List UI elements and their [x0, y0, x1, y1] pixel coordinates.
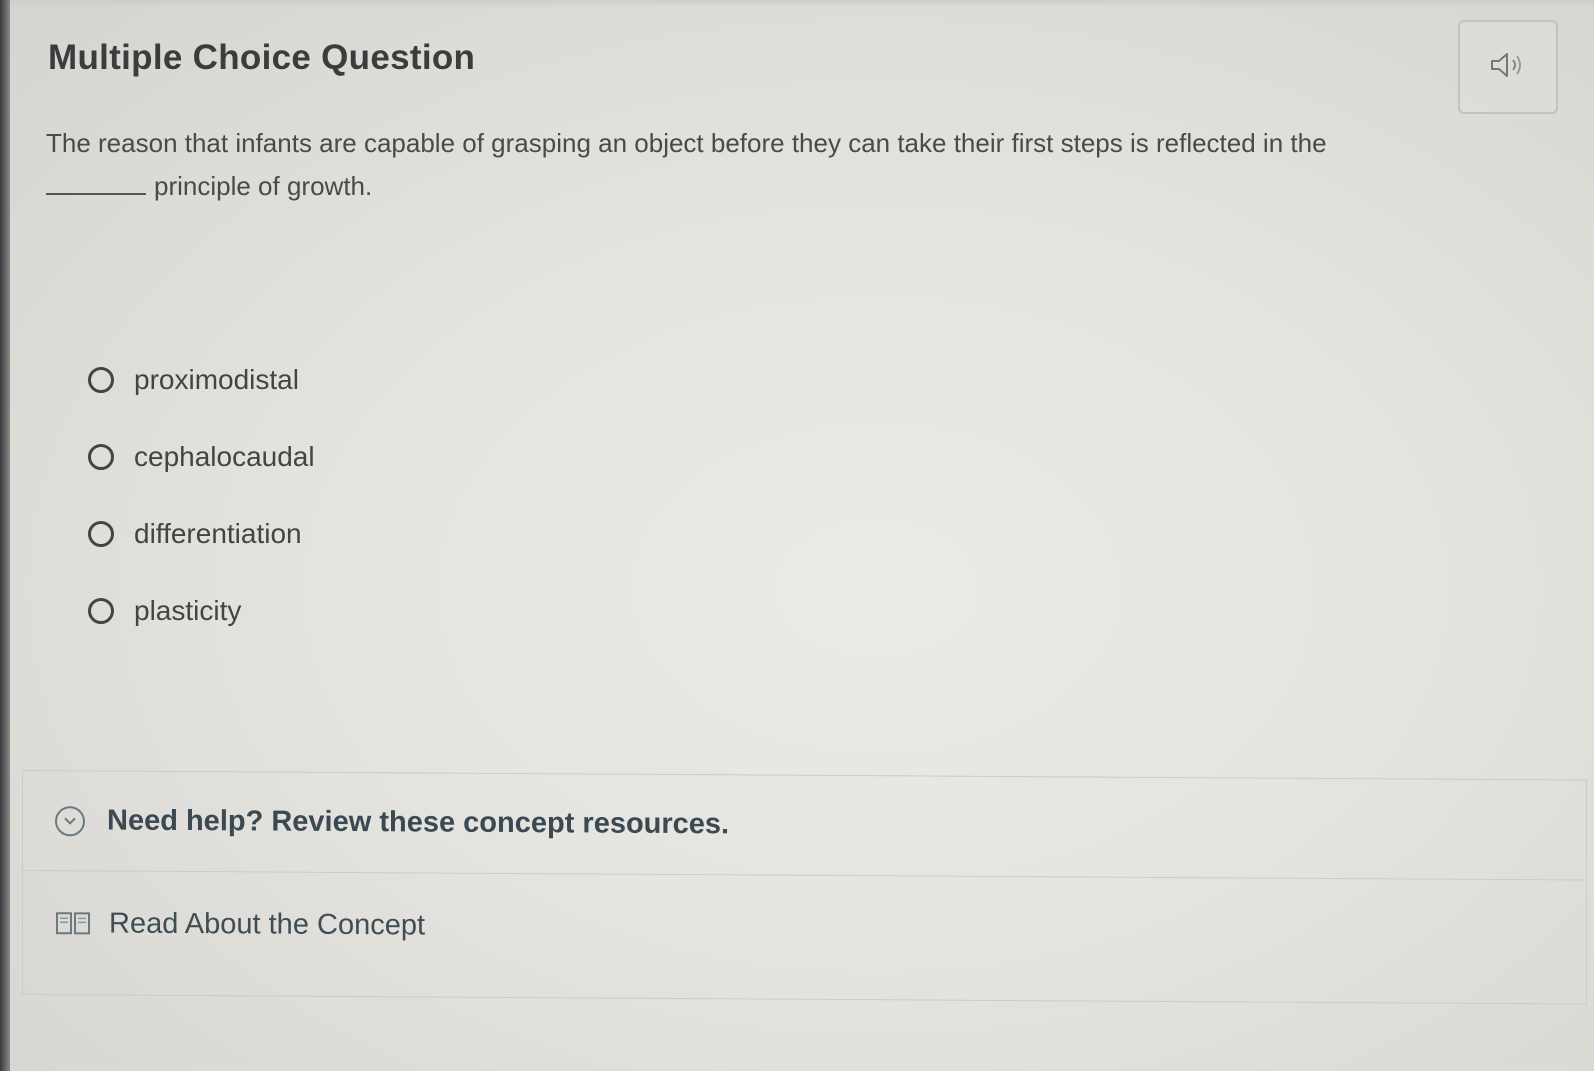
read-aloud-button[interactable] — [1458, 20, 1558, 114]
option-label: plasticity — [134, 595, 242, 626]
option-proximodistal[interactable]: proximodistal — [88, 356, 315, 404]
option-label: differentiation — [134, 518, 302, 549]
option-plasticity[interactable]: plasticity — [88, 587, 315, 635]
page-title: Multiple Choice Question — [48, 38, 476, 77]
option-label: cephalocaudal — [134, 441, 315, 472]
radio-button[interactable] — [88, 444, 114, 470]
book-icon — [55, 909, 91, 937]
question-stem-end: principle of growth. — [154, 171, 373, 201]
top-divider — [10, 0, 1594, 8]
answer-options: proximodistal cephalocaudal differentiat… — [88, 356, 315, 664]
concept-resources-toggle[interactable]: Need help? Review these concept resource… — [23, 771, 1586, 881]
option-differentiation[interactable]: differentiation — [88, 510, 315, 558]
radio-button[interactable] — [88, 598, 114, 624]
radio-button[interactable] — [88, 367, 114, 393]
option-cephalocaudal[interactable]: cephalocaudal — [88, 433, 315, 481]
question-text: The reason that infants are capable of g… — [46, 122, 1581, 208]
option-label: proximodistal — [134, 364, 299, 395]
help-title: Need help? Review these concept resource… — [107, 804, 730, 841]
question-stem: The reason that infants are capable of g… — [46, 128, 1327, 158]
left-edge — [0, 0, 10, 1071]
speaker-icon — [1488, 50, 1528, 85]
concept-resources-panel: Need help? Review these concept resource… — [22, 770, 1587, 1005]
radio-button[interactable] — [88, 521, 114, 547]
read-about-concept-link[interactable]: Read About the Concept — [23, 871, 1586, 985]
resource-label: Read About the Concept — [109, 907, 426, 941]
chevron-down-icon — [55, 805, 85, 836]
answer-blank — [46, 171, 146, 195]
